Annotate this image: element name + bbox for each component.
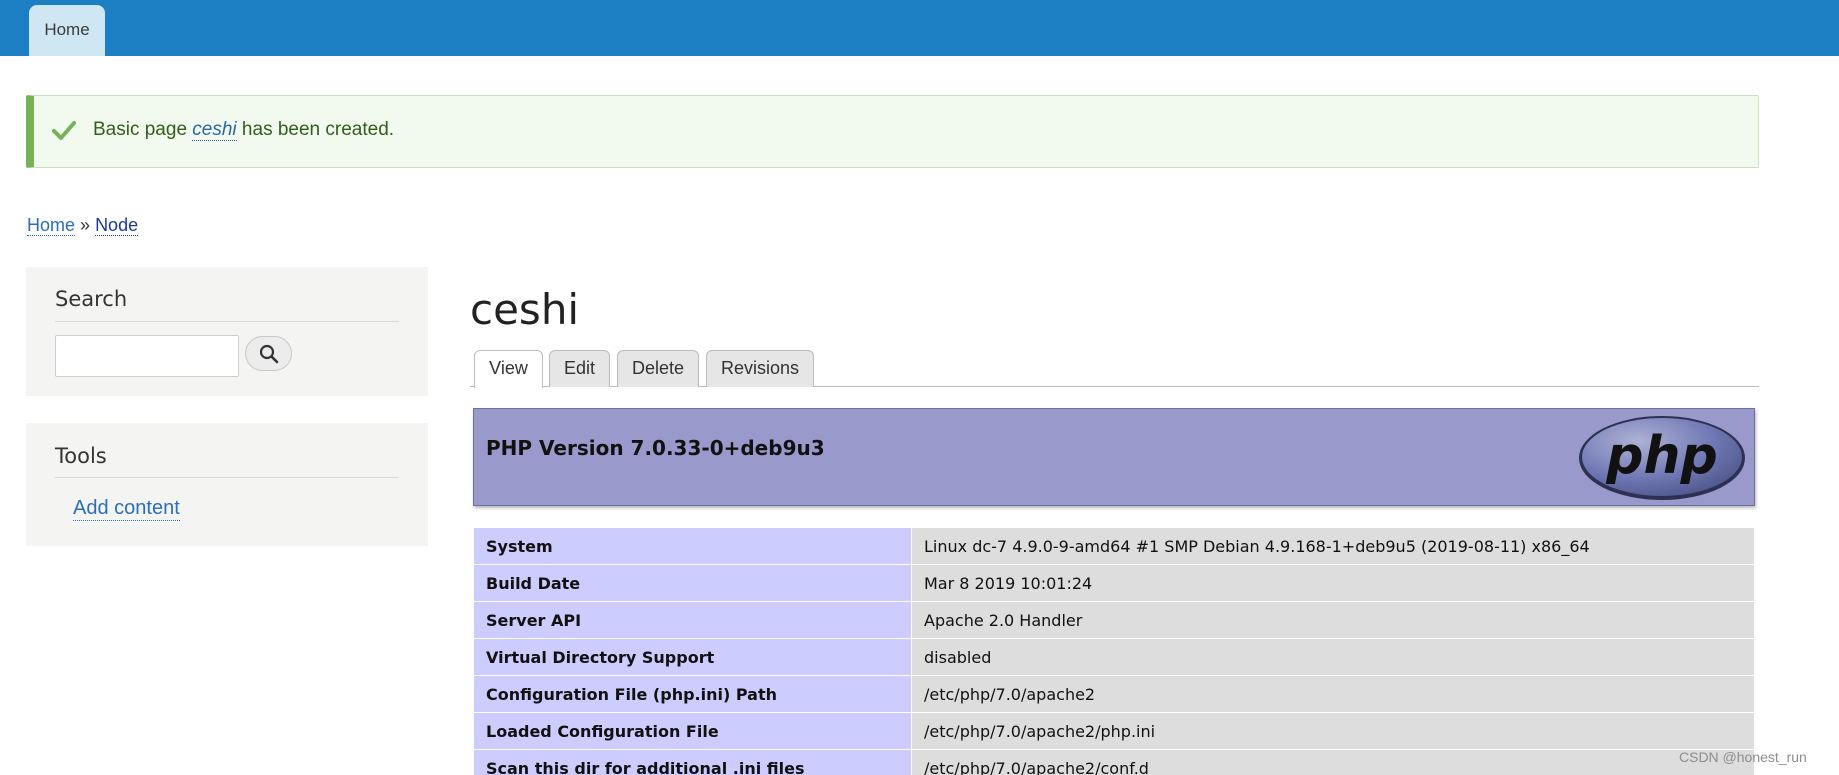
info-key: Loaded Configuration File (473, 712, 912, 750)
breadcrumb-home-link[interactable]: Home (27, 215, 76, 236)
table-row: Configuration File (php.ini) Path /etc/p… (473, 675, 1755, 713)
info-key: Server API (473, 601, 912, 639)
search-button[interactable] (245, 336, 292, 371)
table-row: Build Date Mar 8 2019 10:01:24 (473, 564, 1755, 602)
breadcrumb-separator: » (80, 215, 91, 235)
info-value: /etc/php/7.0/apache2 (911, 675, 1755, 713)
page-title: ceshi (470, 285, 580, 334)
table-row: Server API Apache 2.0 Handler (473, 601, 1755, 639)
status-message: Basic page ceshi has been created. (26, 95, 1759, 168)
php-info-table: System Linux dc-7 4.9.0-9-amd64 #1 SMP D… (473, 527, 1755, 775)
search-block-divider (55, 321, 399, 322)
search-input[interactable] (55, 335, 239, 377)
php-version-text: PHP Version 7.0.33-0+deb9u3 (486, 436, 825, 460)
watermark: CSDN @honest_run (1679, 749, 1807, 765)
info-key: System (473, 527, 912, 565)
table-row: Virtual Directory Support disabled (473, 638, 1755, 676)
status-node-link[interactable]: ceshi (192, 119, 237, 141)
tools-block-title: Tools (55, 444, 107, 468)
tab-edit[interactable]: Edit (549, 350, 610, 387)
search-block: Search (26, 267, 428, 396)
status-text: Basic page ceshi has been created. (93, 119, 394, 141)
info-key: Virtual Directory Support (473, 638, 912, 676)
php-logo: php (1579, 416, 1745, 500)
tools-block-divider (55, 477, 399, 478)
info-value: disabled (911, 638, 1755, 676)
info-key: Build Date (473, 564, 912, 602)
breadcrumb: Home » Node (27, 215, 139, 236)
add-content-link[interactable]: Add content (73, 497, 180, 521)
search-icon (259, 344, 279, 364)
info-value: Apache 2.0 Handler (911, 601, 1755, 639)
table-row: Loaded Configuration File /etc/php/7.0/a… (473, 712, 1755, 750)
breadcrumb-node-link[interactable]: Node (95, 215, 139, 236)
search-block-title: Search (55, 287, 128, 311)
nav-tab-home[interactable]: Home (29, 5, 105, 56)
info-value: Linux dc-7 4.9.0-9-amd64 #1 SMP Debian 4… (911, 527, 1755, 565)
info-value: /etc/php/7.0/apache2/conf.d (911, 749, 1755, 775)
info-value: Mar 8 2019 10:01:24 (911, 564, 1755, 602)
top-nav-bar: Home (0, 0, 1839, 56)
checkmark-icon (52, 121, 76, 140)
php-version-header: PHP Version 7.0.33-0+deb9u3 php (473, 408, 1755, 506)
info-key: Scan this dir for additional .ini files (473, 749, 912, 775)
table-row: System Linux dc-7 4.9.0-9-amd64 #1 SMP D… (473, 527, 1755, 565)
info-key: Configuration File (php.ini) Path (473, 675, 912, 713)
php-logo-text: php (1605, 426, 1717, 486)
tools-block: Tools Add content (26, 423, 428, 546)
tab-view[interactable]: View (474, 350, 543, 388)
status-prefix: Basic page (93, 119, 193, 140)
info-value: /etc/php/7.0/apache2/php.ini (911, 712, 1755, 750)
tab-delete[interactable]: Delete (617, 350, 699, 387)
status-suffix: has been created. (236, 119, 395, 140)
table-row: Scan this dir for additional .ini files … (473, 749, 1755, 775)
tab-revisions[interactable]: Revisions (706, 350, 814, 387)
